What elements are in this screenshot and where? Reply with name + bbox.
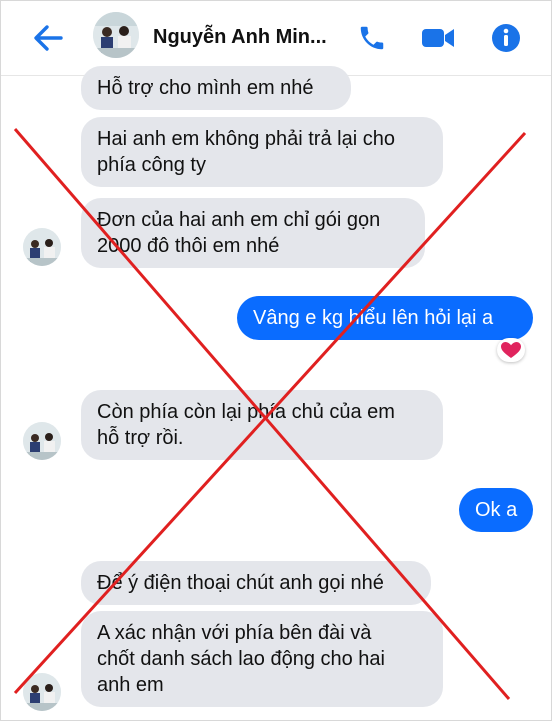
arrow-left-icon[interactable]	[31, 23, 65, 53]
incoming-message-bubble[interactable]: Hỗ trợ cho mình em nhé	[81, 66, 351, 110]
message-list[interactable]: Hỗ trợ cho mình em nhé Hai anh em không …	[1, 66, 551, 720]
message-text: Đơn của hai anh em chỉ gói gọn	[97, 209, 381, 231]
outgoing-message-bubble[interactable]: Vâng e kg hiểu lên hỏi lại a	[237, 296, 533, 340]
incoming-message-bubble[interactable]: Để ý điện thoại chút anh gọi nhé	[81, 561, 431, 605]
incoming-message-bubble[interactable]: Đơn của hai anh em chỉ gói gọn 2000 đô t…	[81, 198, 425, 268]
heart-reaction-icon[interactable]	[497, 338, 525, 362]
message-text: Vâng e kg hiểu lên hỏi lại a	[253, 307, 494, 329]
message-text: Ok a	[475, 499, 518, 521]
message-text: A xác nhận với phía bên đài và	[97, 622, 372, 644]
message-text: phía công ty	[97, 154, 206, 176]
message-text: chốt danh sách lao động cho hai	[97, 648, 385, 670]
chat-screenshot: Nguyễn Anh Min... Hỗ trợ cho mình em nhé…	[0, 0, 552, 721]
contact-avatar[interactable]	[93, 12, 139, 58]
incoming-message-bubble[interactable]: Hai anh em không phải trả lại cho phía c…	[81, 117, 443, 187]
message-text: Hai anh em không phải trả lại cho	[97, 128, 395, 150]
info-icon[interactable]	[491, 23, 521, 53]
video-camera-icon[interactable]	[420, 23, 456, 53]
message-text: Để ý điện thoại chút anh gọi nhé	[97, 572, 384, 594]
sender-avatar[interactable]	[23, 673, 61, 711]
incoming-message-bubble[interactable]: A xác nhận với phía bên đài và chốt danh…	[81, 611, 443, 707]
chat-header: Nguyễn Anh Min...	[1, 1, 551, 76]
phone-icon[interactable]	[357, 23, 387, 53]
sender-avatar[interactable]	[23, 228, 61, 266]
message-text: anh em	[97, 674, 164, 696]
contact-name[interactable]: Nguyễn Anh Min...	[153, 26, 327, 49]
outgoing-message-bubble[interactable]: Ok a	[459, 488, 533, 532]
message-text: hỗ trợ rồi.	[97, 427, 184, 449]
message-text: Hỗ trợ cho mình em nhé	[97, 77, 314, 99]
message-text: Còn phía còn lại phía chủ của em	[97, 401, 395, 423]
incoming-message-bubble[interactable]: Còn phía còn lại phía chủ của em hỗ trợ …	[81, 390, 443, 460]
sender-avatar[interactable]	[23, 422, 61, 460]
message-text: 2000 đô thôi em nhé	[97, 235, 280, 257]
